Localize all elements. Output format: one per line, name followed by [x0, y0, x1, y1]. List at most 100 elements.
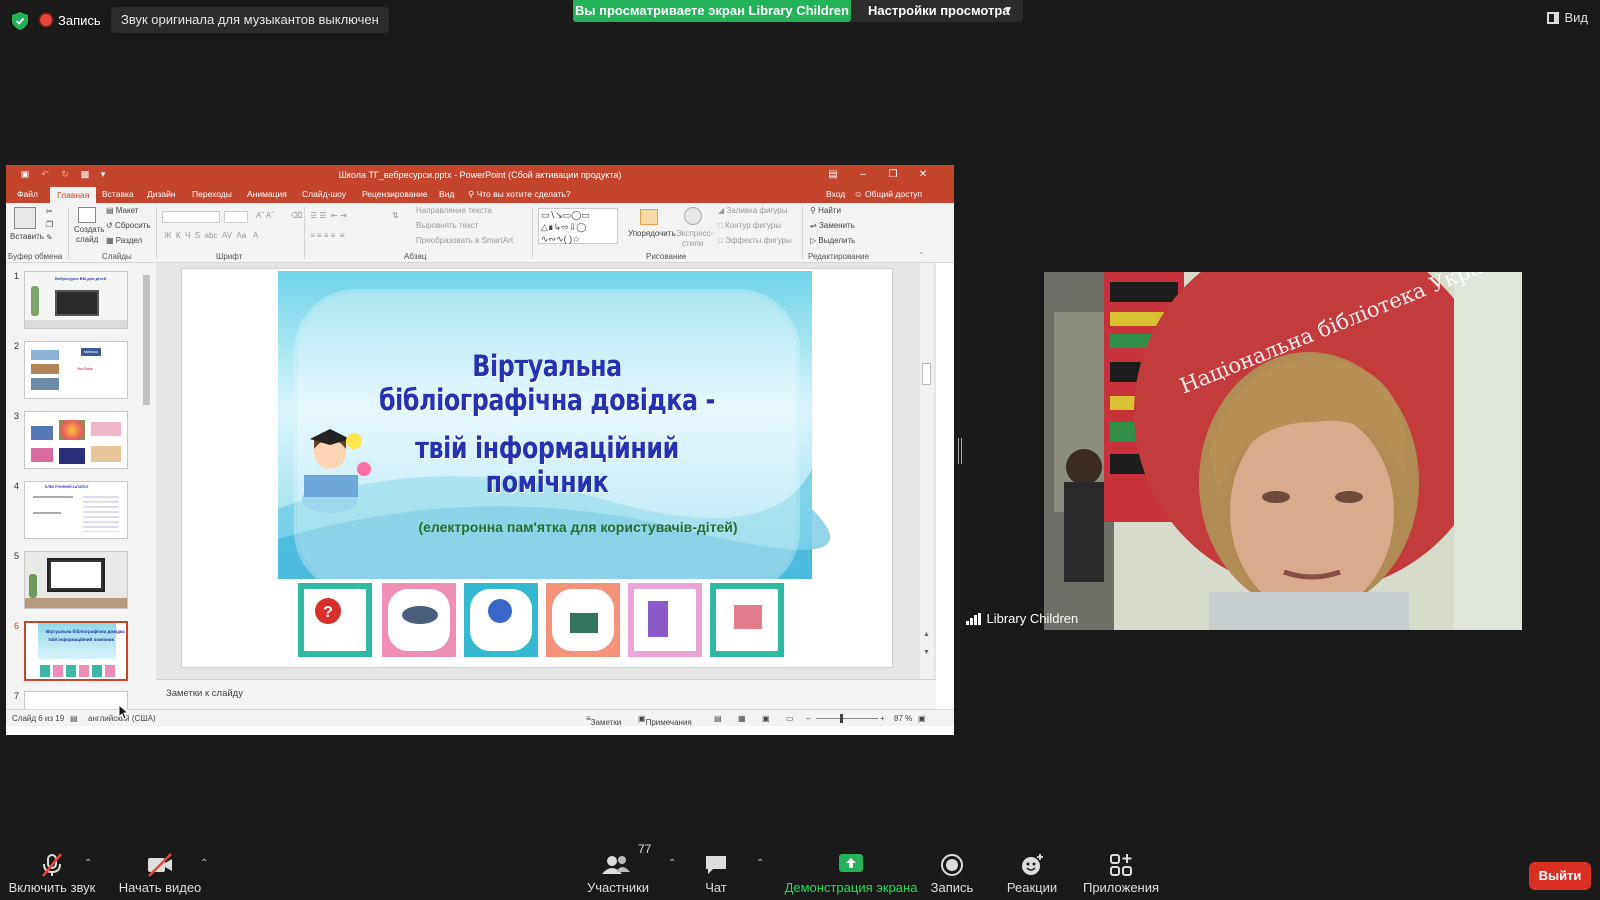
- unmute-button[interactable]: Включить звук: [8, 846, 96, 900]
- find-button[interactable]: ⚲ Найти: [810, 206, 841, 215]
- convert-smartart-button[interactable]: Преобразовать в SmartArt: [416, 236, 513, 245]
- zoom-out-icon[interactable]: –: [806, 714, 810, 723]
- shape-effects-button[interactable]: □ Эффекты фигуры: [718, 236, 792, 245]
- replace-button[interactable]: ⇌ Заменить: [810, 221, 855, 230]
- line-spacing-icon[interactable]: ⇅: [392, 211, 399, 220]
- thumbnails-scrollbar[interactable]: [142, 263, 151, 709]
- video-options-chevron-icon[interactable]: ⌃: [200, 858, 208, 869]
- restore-button[interactable]: ❐: [878, 165, 908, 185]
- record-button[interactable]: Запись: [916, 846, 988, 900]
- reset-button[interactable]: ↺ Сбросить: [106, 221, 151, 230]
- tab-transitions[interactable]: Переходы: [192, 189, 232, 199]
- start-video-button[interactable]: Начать видео: [116, 846, 204, 900]
- slide-thumbnail-5[interactable]: [24, 551, 128, 609]
- slide-thumbnail-3[interactable]: [24, 411, 128, 469]
- tab-home[interactable]: Главная: [50, 187, 97, 203]
- slide-thumbnail-7[interactable]: [24, 691, 128, 709]
- clear-format-icon[interactable]: ⌫: [291, 211, 302, 220]
- slide-sorter-icon[interactable]: ▦: [738, 714, 746, 723]
- new-slide-label-2[interactable]: слайд: [76, 235, 98, 244]
- font-style-buttons[interactable]: Ж К Ч S abc AV Aa A: [164, 231, 258, 240]
- tab-insert[interactable]: Вставка: [102, 189, 134, 199]
- shape-fill-button[interactable]: ◢ Заливка фигуры: [718, 206, 787, 215]
- apps-button[interactable]: Приложения: [1076, 846, 1166, 900]
- view-button[interactable]: Вид: [1547, 10, 1588, 25]
- reading-view-icon[interactable]: ▣: [762, 714, 770, 723]
- zoom-slider[interactable]: [816, 718, 878, 719]
- close-button[interactable]: ✕: [908, 165, 938, 185]
- chat-button[interactable]: Чат: [686, 846, 746, 900]
- tab-design[interactable]: Дизайн: [147, 189, 176, 199]
- zoom-slider-thumb[interactable]: [840, 714, 843, 723]
- tab-file[interactable]: Файл: [17, 189, 38, 199]
- align-text-button[interactable]: Выровнять текст: [416, 221, 478, 230]
- ribbon-display-options-icon[interactable]: ▤: [818, 165, 848, 185]
- participants-chevron-icon[interactable]: ⌃: [668, 858, 676, 869]
- normal-view-icon[interactable]: ▤: [714, 714, 722, 723]
- participant-video[interactable]: Національна бібліотека України: [1044, 272, 1522, 630]
- view-settings-dropdown[interactable]: Настройки просмотра ▼: [851, 0, 1023, 22]
- collapse-ribbon-icon[interactable]: ⌃: [918, 251, 925, 260]
- tab-review[interactable]: Рецензирование: [362, 189, 428, 199]
- shape-outline-button[interactable]: □ Контур фигуры: [718, 221, 781, 230]
- minimize-button[interactable]: –: [848, 165, 878, 185]
- format-painter-icon[interactable]: ✎: [46, 233, 53, 242]
- security-shield-icon[interactable]: [12, 12, 28, 30]
- fit-slide-icon[interactable]: ▣: [918, 714, 926, 723]
- font-name-input[interactable]: [162, 211, 220, 223]
- comments-toggle[interactable]: ▣ Примечания: [638, 714, 692, 727]
- notes-pane[interactable]: Заметки к слайду: [156, 679, 936, 709]
- font-grow-icon[interactable]: Aˆ Aˇ: [256, 211, 274, 220]
- spellcheck-icon[interactable]: ▤: [70, 714, 78, 723]
- new-slide-label-1[interactable]: Создать: [74, 225, 104, 234]
- arrange-icon[interactable]: [640, 209, 658, 225]
- participants-button[interactable]: 77 Участники: [574, 842, 662, 900]
- notes-toggle[interactable]: ≡ Заметки: [586, 714, 621, 727]
- group-drawing: Рисование: [646, 252, 687, 261]
- reactions-button[interactable]: Реакции: [996, 846, 1068, 900]
- paste-label[interactable]: Вставить: [10, 232, 44, 241]
- prev-slide-icon[interactable]: ▲: [923, 631, 930, 638]
- leave-button[interactable]: Выйти: [1529, 862, 1591, 890]
- slide-thumbnail-2[interactable]: facebook YouTube: [24, 341, 128, 399]
- slide-thumbnail-6[interactable]: Віртуальна бібліографічна довідка твій і…: [24, 621, 128, 681]
- list-buttons[interactable]: ☰ ☰ ⇤ ⇥: [310, 211, 347, 220]
- arrange-label[interactable]: Упорядочить: [628, 229, 676, 238]
- zoom-level[interactable]: 87 %: [894, 714, 912, 723]
- quick-styles-label-1[interactable]: Экспресс-: [676, 229, 713, 238]
- zoom-in-icon[interactable]: +: [880, 714, 885, 723]
- shapes-gallery[interactable]: ▭∖↘▭◯▭ △∎↳⇨⇩◯ ∿∾∿( )☆: [538, 208, 618, 244]
- align-buttons[interactable]: ≡ ≡ ≡ ≡ ≡: [310, 231, 344, 240]
- font-size-input[interactable]: [224, 211, 248, 223]
- quick-styles-label-2[interactable]: стили: [682, 239, 703, 248]
- slideshow-icon[interactable]: ▭: [786, 714, 794, 723]
- copy-icon[interactable]: ❐: [46, 220, 53, 229]
- select-button[interactable]: ▷ Выделить: [810, 236, 855, 245]
- tab-view[interactable]: Вид: [439, 189, 454, 199]
- text-direction-button[interactable]: Направление текста: [416, 206, 492, 215]
- cut-icon[interactable]: ✂: [46, 207, 53, 216]
- tell-me-box[interactable]: ⚲ Что вы хотите сделать?: [468, 189, 571, 200]
- slide-thumbnail-1[interactable]: Вебресурси ВМ для дітей: [24, 271, 128, 329]
- editor-scrollbar[interactable]: ▲ ▼: [920, 263, 934, 679]
- new-slide-icon[interactable]: [78, 207, 96, 223]
- share-screen-button[interactable]: Демонстрация экрана: [776, 846, 926, 900]
- share-button[interactable]: ☺ Общий доступ: [854, 189, 922, 199]
- section-button[interactable]: ▦ Раздел: [106, 236, 142, 245]
- tab-animations[interactable]: Анимация: [247, 189, 287, 199]
- chat-chevron-icon[interactable]: ⌃: [756, 858, 764, 869]
- audio-options-chevron-icon[interactable]: ⌃: [84, 858, 92, 869]
- comments-toggle-label: Примечания: [645, 718, 692, 727]
- signin-link[interactable]: Вход: [826, 189, 845, 199]
- quick-styles-icon[interactable]: [684, 207, 702, 225]
- slide-title-line1: Віртуальна бібліографічна довідка -: [378, 349, 716, 417]
- slide-thumbnail-4[interactable]: ЕЛЕКТРОННИЙ КАТАЛОГ: [24, 481, 128, 539]
- recording-indicator[interactable]: Запись: [40, 8, 101, 32]
- tab-slideshow[interactable]: Слайд-шоу: [302, 189, 346, 199]
- paste-icon[interactable]: [14, 207, 36, 229]
- participants-label: Участники: [586, 880, 650, 895]
- next-slide-icon[interactable]: ▼: [923, 649, 930, 656]
- panel-splitter-handle[interactable]: [958, 438, 962, 464]
- layout-button[interactable]: ▤ Макет: [106, 206, 138, 215]
- current-slide[interactable]: ? Віртуальна бібліографічна довідка - тв…: [181, 268, 893, 668]
